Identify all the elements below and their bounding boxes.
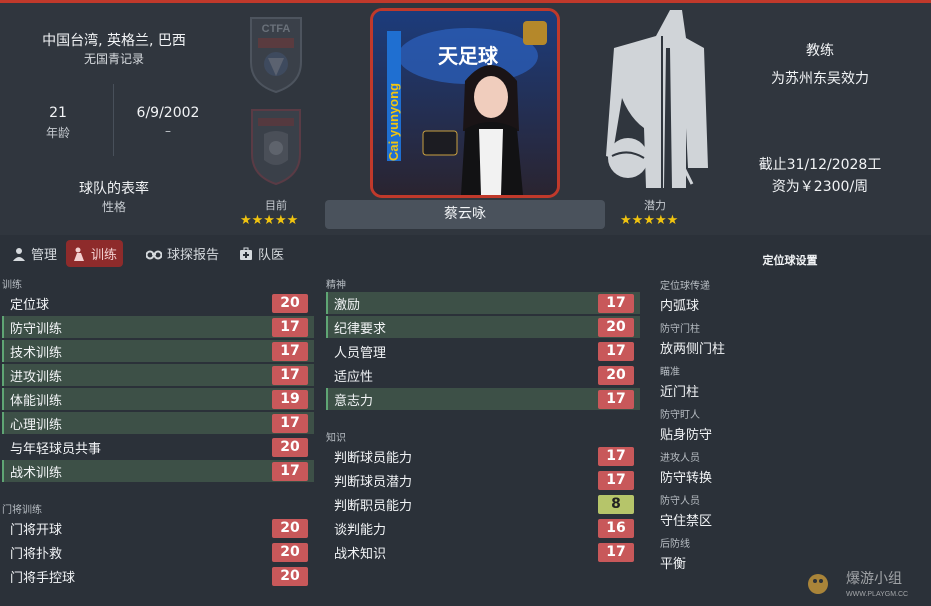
goalkeeping-section-title: 门将训练 xyxy=(2,505,42,516)
nationality: 中国台湾, 英格兰, 巴西 xyxy=(42,33,186,49)
set-piece-label: 防守门柱 xyxy=(660,324,700,335)
attr-row: 谈判能力 16 xyxy=(326,517,640,539)
age-value: 21 xyxy=(49,105,67,121)
staff-photo: 天足球 Cai yunyong xyxy=(370,8,560,198)
manage-icon xyxy=(12,247,26,261)
set-piece-label: 定位球传递 xyxy=(660,281,710,292)
age-label: 年龄 xyxy=(45,126,70,140)
set-piece-value: 守住禁区 xyxy=(660,514,713,529)
ctfa-logo: CTFA xyxy=(246,14,306,94)
personality-label: 性格 xyxy=(101,200,126,214)
stat-divider xyxy=(113,84,114,156)
tab-medical-label: 队医 xyxy=(258,248,285,263)
tab-manage[interactable]: 管理 xyxy=(6,240,63,267)
staff-coat-icon xyxy=(600,8,710,198)
attr-row: 判断球员潜力 17 xyxy=(326,469,640,491)
attr-row: 人员管理 17 xyxy=(326,340,640,362)
tab-scouting-label: 球探报告 xyxy=(167,248,220,263)
attr-row: 体能训练 19 xyxy=(2,388,314,410)
watermark-url: WWW.PLAYGM.CC xyxy=(846,591,908,598)
medical-icon xyxy=(239,247,253,261)
potential-ability-stars: ★★★★★ xyxy=(620,213,679,228)
birth-date: 6/9/2002 xyxy=(136,105,200,121)
attr-row: 门将开球 20 xyxy=(2,517,314,539)
tab-bar: 管理 训练 球探报告 队医 xyxy=(0,238,660,270)
set-piece-value: 防守转换 xyxy=(660,471,713,486)
knowledge-section-title: 知识 xyxy=(326,433,346,444)
tab-training-label: 训练 xyxy=(91,248,118,263)
current-ability-stars: ★★★★★ xyxy=(240,213,299,228)
watermark-text: 爆游小组 xyxy=(846,571,902,587)
tab-manage-label: 管理 xyxy=(31,248,58,263)
attr-row: 纪律要求 20 xyxy=(326,316,640,338)
contract-line-2: 资为￥2300/周 xyxy=(771,179,869,195)
set-pieces-title: 定位球设置 xyxy=(762,254,818,267)
photo-banner-text: Cai yunyong xyxy=(386,83,401,161)
staff-role: 教练 xyxy=(806,43,834,59)
staff-club[interactable]: 为苏州东吴效力 xyxy=(720,68,920,88)
attr-row: 战术知识 17 xyxy=(326,541,640,563)
set-piece-label: 进攻人员 xyxy=(660,453,700,464)
binoculars-icon xyxy=(146,248,162,260)
training-section-title: 训练 xyxy=(2,280,22,291)
attr-row: 战术训练 17 xyxy=(2,460,314,482)
birth-label: – xyxy=(165,124,171,138)
attr-row: 与年轻球员共事 20 xyxy=(2,436,314,458)
watermark-logo: 爆游小组 WWW.PLAYGM.CC xyxy=(806,566,926,602)
staff-name[interactable]: 蔡云咏 xyxy=(325,200,605,229)
attr-row: 意志力 17 xyxy=(326,388,640,410)
set-piece-label: 瞄准 xyxy=(660,367,680,378)
attr-row: 判断职员能力 8 xyxy=(326,493,640,515)
contract-line-1: 截止31/12/2028工 xyxy=(758,157,882,173)
set-piece-label: 防守盯人 xyxy=(660,410,700,421)
set-piece-value: 平衡 xyxy=(660,557,687,572)
set-piece-label: 防守人员 xyxy=(660,496,700,507)
training-icon xyxy=(72,247,86,261)
attr-row: 技术训练 17 xyxy=(2,340,314,362)
photo-logo-text: 天足球 xyxy=(438,44,499,68)
team-rating: 球队的表率 xyxy=(79,181,149,197)
attr-row: 门将扑救 20 xyxy=(2,541,314,563)
attr-row: 防守训练 17 xyxy=(2,316,314,338)
current-ability-label: 目前 xyxy=(265,199,287,212)
tab-medical[interactable]: 队医 xyxy=(233,240,290,267)
tab-training[interactable]: 训练 xyxy=(66,240,124,267)
mental-section-title: 精神 xyxy=(326,280,346,291)
club-logo xyxy=(246,104,306,186)
tab-scouting[interactable]: 球探报告 xyxy=(140,240,225,267)
svg-text:CTFA: CTFA xyxy=(262,23,291,35)
potential-ability-label: 潜力 xyxy=(644,199,666,212)
attr-row: 激励 17 xyxy=(326,292,640,314)
set-piece-value: 放两侧门柱 xyxy=(660,342,726,357)
set-piece-label: 后防线 xyxy=(660,539,690,550)
attr-row: 判断球员能力 17 xyxy=(326,445,640,467)
attr-row: 定位球 20 xyxy=(2,292,314,314)
set-piece-value: 近门柱 xyxy=(660,385,700,400)
attr-row: 心理训练 17 xyxy=(2,412,314,434)
attr-row: 进攻训练 17 xyxy=(2,364,314,386)
attr-row: 适应性 20 xyxy=(326,364,640,386)
attr-row: 门将手控球 20 xyxy=(2,565,314,587)
youth-record: 无国青记录 xyxy=(83,52,144,66)
set-piece-value: 内弧球 xyxy=(660,299,700,314)
set-piece-value: 贴身防守 xyxy=(660,428,713,443)
